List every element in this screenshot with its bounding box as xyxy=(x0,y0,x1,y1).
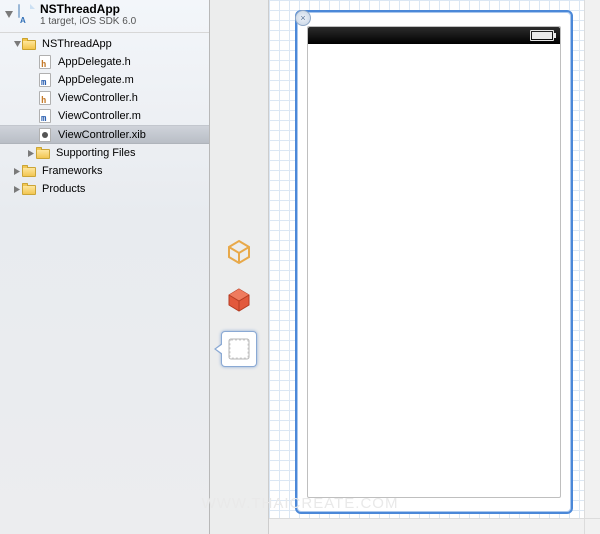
project-title: NSThreadApp xyxy=(40,3,136,16)
file-tree: NSThreadApp h AppDelegate.h m AppDelegat… xyxy=(0,33,209,198)
folder-icon xyxy=(36,147,50,159)
folder-icon xyxy=(22,38,36,50)
tree-item-label: Products xyxy=(38,180,85,198)
tree-file[interactable]: h ViewController.h xyxy=(0,89,209,107)
tree-group-frameworks[interactable]: Frameworks xyxy=(0,162,209,180)
disclosure-triangle-icon[interactable] xyxy=(12,40,22,49)
xcode-project-icon: A xyxy=(18,5,34,25)
tree-item-label: NSThreadApp xyxy=(38,35,112,53)
vertical-scrollbar[interactable] xyxy=(584,0,600,534)
tree-item-label: ViewController.xib xyxy=(54,126,146,144)
folder-icon xyxy=(22,183,36,195)
tree-file[interactable]: h AppDelegate.h xyxy=(0,53,209,71)
objc-impl-icon: m xyxy=(38,109,52,123)
tree-file[interactable]: m AppDelegate.m xyxy=(0,71,209,89)
tree-group-root[interactable]: NSThreadApp xyxy=(0,35,209,53)
tree-item-label: AppDelegate.h xyxy=(54,53,131,71)
tree-group-products[interactable]: Products xyxy=(0,180,209,198)
placeholder-owner-icon[interactable] xyxy=(222,235,256,269)
view-icon[interactable] xyxy=(221,331,257,367)
horizontal-scrollbar[interactable] xyxy=(269,518,585,534)
disclosure-triangle-icon[interactable] xyxy=(4,10,14,20)
project-subtitle: 1 target, iOS SDK 6.0 xyxy=(40,16,136,27)
objc-header-icon: h xyxy=(38,55,52,69)
project-header-row[interactable]: A NSThreadApp 1 target, iOS SDK 6.0 xyxy=(0,0,209,33)
tree-file-selected[interactable]: ViewController.xib xyxy=(0,125,209,144)
objc-impl-icon: m xyxy=(38,73,52,87)
root-view[interactable] xyxy=(307,26,561,498)
interface-builder-dock xyxy=(210,0,269,534)
tree-item-label: Frameworks xyxy=(38,162,103,180)
tree-item-label: ViewController.h xyxy=(54,89,138,107)
disclosure-triangle-icon[interactable] xyxy=(12,185,22,194)
folder-icon xyxy=(22,165,36,177)
status-bar xyxy=(308,27,560,44)
disclosure-triangle-icon[interactable] xyxy=(26,149,36,158)
device-view-frame[interactable]: × xyxy=(295,10,573,514)
tree-item-label: ViewController.m xyxy=(54,107,141,125)
disclosure-triangle-icon[interactable] xyxy=(12,167,22,176)
tree-file[interactable]: m ViewController.m xyxy=(0,107,209,125)
tree-group-supporting[interactable]: Supporting Files xyxy=(0,144,209,162)
interface-builder-canvas[interactable]: × xyxy=(269,0,600,534)
tree-item-label: AppDelegate.m xyxy=(54,71,134,89)
battery-icon xyxy=(530,30,554,41)
scrollbar-corner xyxy=(584,518,600,534)
first-responder-icon[interactable] xyxy=(222,283,256,317)
xib-file-icon xyxy=(38,128,52,142)
tree-item-label: Supporting Files xyxy=(52,144,136,162)
project-navigator: A NSThreadApp 1 target, iOS SDK 6.0 NSTh… xyxy=(0,0,210,534)
objc-header-icon: h xyxy=(38,91,52,105)
close-scene-button[interactable]: × xyxy=(295,10,311,26)
